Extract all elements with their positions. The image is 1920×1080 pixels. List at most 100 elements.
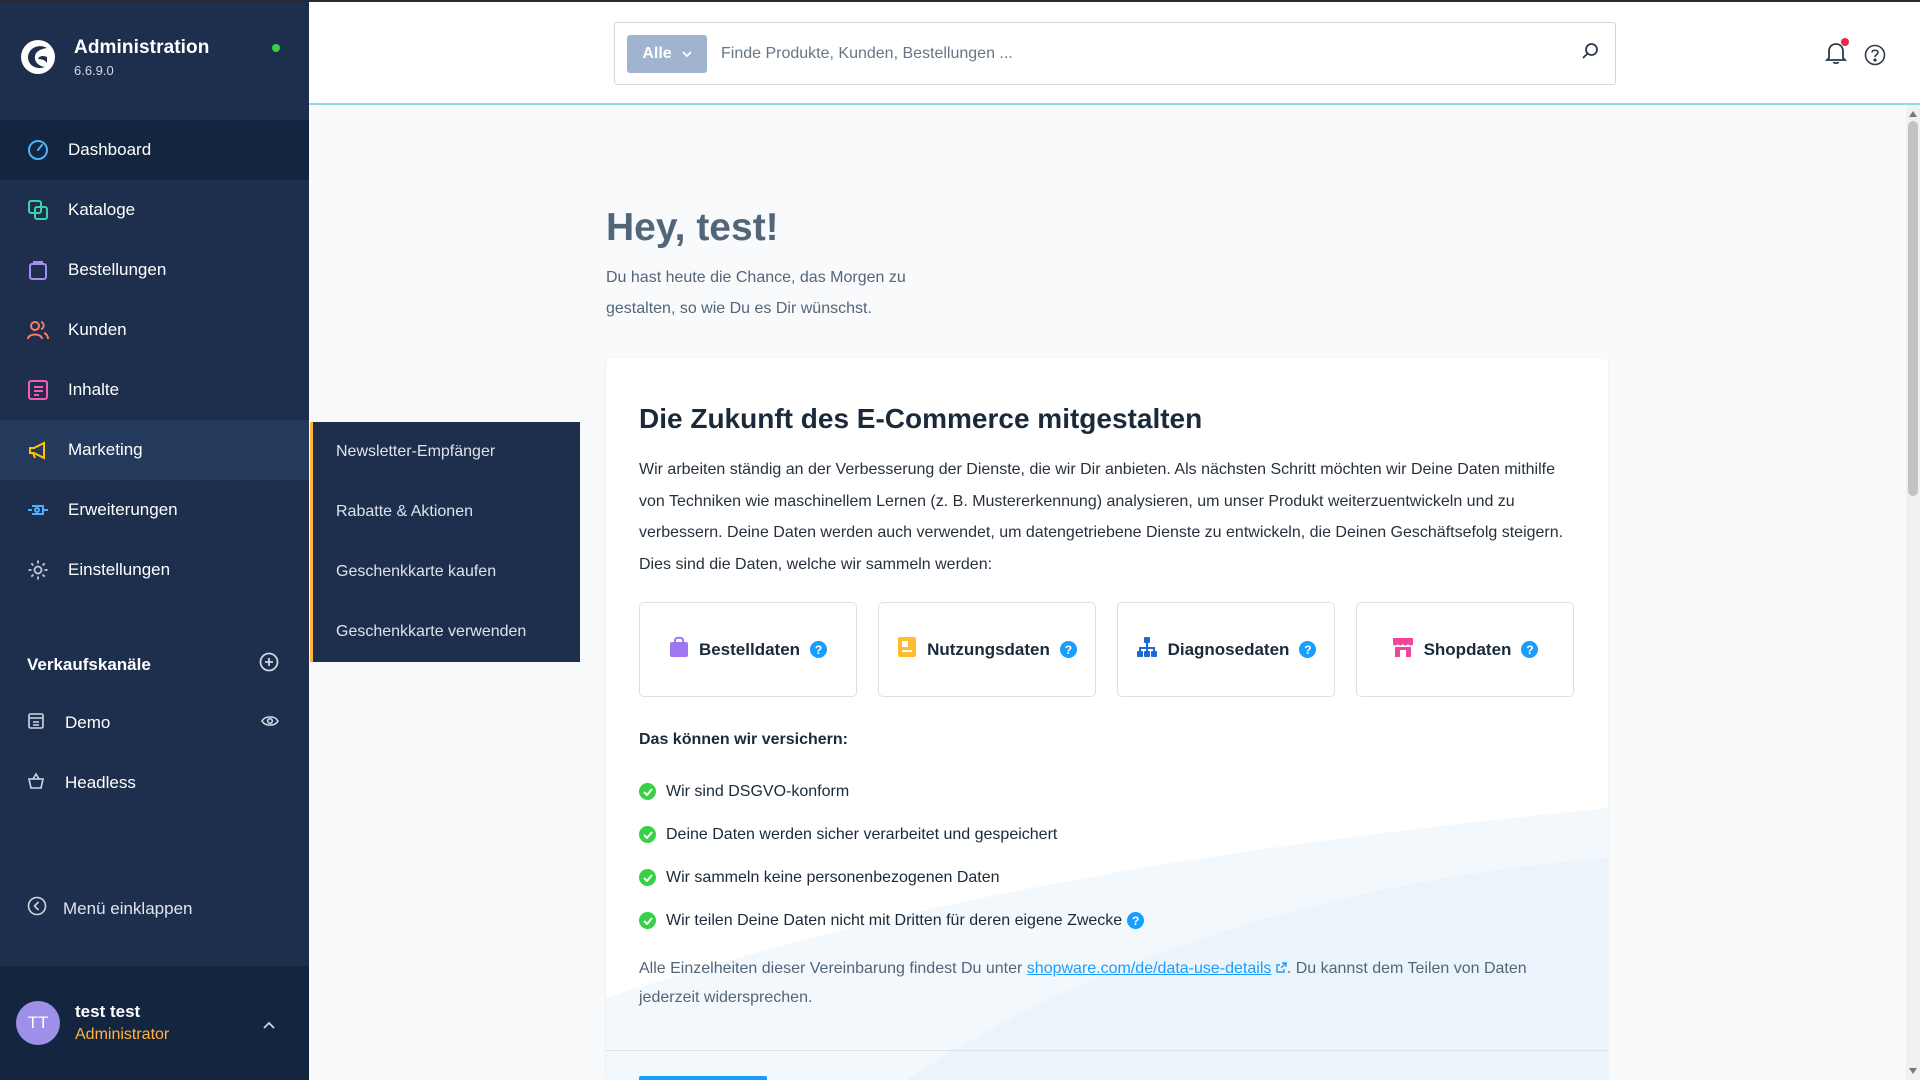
user-profile[interactable]: TT test test Administrator — [0, 966, 309, 1080]
search-scope-label: Alle — [642, 44, 672, 62]
flyout-item-promotions[interactable]: Rabatte & Aktionen — [313, 482, 580, 542]
user-name: test test — [75, 1002, 141, 1021]
nav-label: Kunden — [68, 320, 127, 339]
global-search: Alle — [614, 22, 1616, 85]
basket-icon — [27, 771, 45, 795]
data-use-details-link[interactable]: shopware.com/de/data-use-details — [1027, 960, 1272, 977]
content-icon — [26, 378, 50, 402]
nav-label: Dashboard — [68, 140, 152, 159]
help-badge-icon[interactable]: ? — [1127, 912, 1145, 929]
scroll-down-icon[interactable] — [1909, 1068, 1917, 1074]
flyout-item-buy-giftcard[interactable]: Geschenkkarte kaufen — [313, 542, 580, 602]
details-prefix: Alle Einzelheiten dieser Vereinbarung fi… — [639, 960, 1027, 977]
dashboard-icon — [26, 138, 50, 162]
nav-item-dashboard[interactable]: Dashboard — [0, 120, 309, 180]
assurance-heading: Das können wir versichern: — [639, 731, 848, 748]
search-input[interactable] — [721, 44, 1581, 63]
scroll-up-icon[interactable] — [1909, 111, 1917, 117]
marketing-flyout-menu: Newsletter-Empfänger Rabatte & Aktionen … — [310, 422, 580, 662]
help-badge-icon[interactable]: ? — [810, 641, 828, 658]
nav-item-catalogs[interactable]: Kataloge — [0, 180, 309, 240]
check-circle-icon — [639, 826, 656, 843]
tile-usage-data[interactable]: Nutzungsdaten ? — [878, 602, 1096, 697]
card-footer-button[interactable] — [639, 1076, 767, 1080]
nav-item-settings[interactable]: Einstellungen — [0, 540, 309, 600]
sales-channel-list: Demo Headless — [0, 693, 309, 813]
hierarchy-icon — [1136, 636, 1158, 663]
user-info: test test Administrator — [75, 1002, 169, 1044]
top-bar: Alle — [309, 0, 1920, 105]
greeting-title: Hey, test! — [606, 206, 779, 249]
add-sales-channel-icon[interactable] — [259, 652, 279, 677]
extensions-icon — [26, 498, 50, 522]
check-circle-icon — [639, 783, 656, 800]
bag-icon — [669, 636, 689, 663]
sales-channel-demo[interactable]: Demo — [0, 693, 309, 753]
check-circle-icon — [639, 869, 656, 886]
shopware-logo-icon[interactable] — [20, 36, 56, 78]
search-scope-dropdown[interactable]: Alle — [627, 34, 707, 73]
sales-channel-headless[interactable]: Headless — [0, 753, 309, 813]
sales-channel-label: Demo — [65, 713, 111, 732]
sales-channel-label: Headless — [65, 773, 136, 792]
data-type-tiles: Bestelldaten ? Nutzungsdaten ? Diagnosed… — [639, 602, 1574, 697]
brand: Administration 6.6.9.0 — [74, 37, 209, 78]
assurance-list: Wir sind DSGVO-konform Deine Daten werde… — [639, 770, 1145, 942]
scroll-thumb[interactable] — [1908, 121, 1918, 496]
nav-label: Einstellungen — [68, 560, 171, 579]
avatar: TT — [16, 1001, 60, 1045]
nav-label: Inhalte — [68, 380, 120, 399]
app-version: 6.6.9.0 — [74, 62, 114, 78]
tile-label: Nutzungsdaten — [927, 639, 1050, 659]
greeting-subtitle: Du hast heute die Chance, das Morgen zu … — [606, 269, 906, 317]
nav-label: Kataloge — [68, 200, 136, 219]
flyout-item-use-giftcard[interactable]: Geschenkkarte verwenden — [313, 602, 580, 662]
assurance-item: Wir teilen Deine Daten nicht mit Dritten… — [639, 899, 1145, 942]
help-icon[interactable] — [1864, 44, 1886, 71]
eye-icon[interactable] — [261, 713, 279, 733]
nav-label: Marketing — [68, 440, 143, 459]
usage-icon — [897, 636, 917, 663]
tile-label: Shopdaten — [1423, 639, 1512, 659]
search-icon[interactable] — [1581, 42, 1599, 65]
tile-shop-data[interactable]: Shopdaten ? — [1356, 602, 1574, 697]
tile-label: Bestelldaten — [698, 639, 801, 659]
nav-item-marketing[interactable]: Marketing — [0, 420, 309, 480]
tile-order-data[interactable]: Bestelldaten ? — [639, 602, 857, 697]
card-description: Wir arbeiten ständig an der Verbesserung… — [639, 461, 1564, 573]
page-scrollbar[interactable] — [1906, 105, 1920, 1080]
assurance-text: Wir sind DSGVO-konform — [666, 782, 850, 800]
notification-badge — [1841, 38, 1849, 46]
chevron-up-icon[interactable] — [263, 1016, 275, 1034]
assurance-item: Wir sammeln keine personenbezogenen Date… — [639, 856, 1144, 899]
user-role: Administrator — [75, 1026, 170, 1043]
details-text: Alle Einzelheiten dieser Vereinbarung fi… — [639, 954, 1579, 1012]
online-status-icon — [272, 44, 280, 52]
tile-diagnostic-data[interactable]: Diagnosedaten ? — [1117, 602, 1335, 697]
assurance-item: Wir sind DSGVO-konform — [639, 770, 1144, 813]
collapse-menu-button[interactable]: Menü einklappen — [27, 896, 192, 921]
nav-item-extensions[interactable]: Erweiterungen — [0, 480, 309, 540]
catalog-icon — [26, 198, 50, 222]
main-nav: Dashboard Kataloge Bestellungen Kunden I… — [0, 120, 309, 600]
sales-channels-heading: Verkaufskanäle — [27, 654, 151, 674]
notifications-bell-icon[interactable] — [1824, 38, 1849, 70]
sidebar-header: Administration 6.6.9.0 — [0, 0, 309, 112]
flyout-item-newsletter[interactable]: Newsletter-Empfänger — [313, 422, 580, 482]
chevron-left-circle-icon — [27, 896, 47, 921]
nav-item-customers[interactable]: Kunden — [0, 300, 309, 360]
help-badge-icon[interactable]: ? — [1521, 641, 1539, 658]
orders-icon — [26, 258, 50, 282]
external-link-icon[interactable] — [1276, 960, 1287, 977]
help-badge-icon[interactable]: ? — [1299, 641, 1317, 658]
tile-label: Diagnosedaten — [1167, 639, 1290, 659]
nav-label: Erweiterungen — [68, 500, 178, 519]
assurance-text: Deine Daten werden sicher verarbeitet un… — [666, 825, 1058, 843]
help-badge-icon[interactable]: ? — [1059, 641, 1077, 658]
megaphone-icon — [26, 438, 50, 462]
nav-item-content[interactable]: Inhalte — [0, 360, 309, 420]
nav-item-orders[interactable]: Bestellungen — [0, 240, 309, 300]
card-title: Die Zukunft des E-Commerce mitgestalten — [639, 403, 1203, 434]
storefront-icon — [27, 712, 45, 735]
nav-label: Bestellungen — [68, 260, 167, 279]
